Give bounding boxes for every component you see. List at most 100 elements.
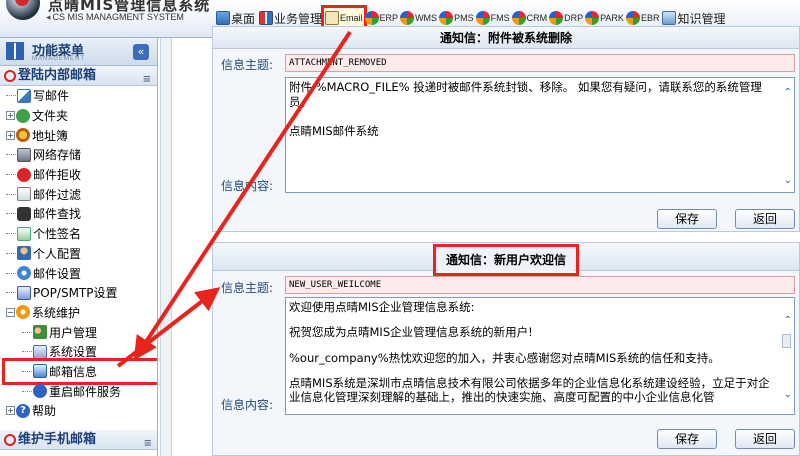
tree-line (22, 390, 32, 392)
subject-label: 信息主题: (221, 58, 274, 72)
globe-icon (511, 11, 526, 25)
panel-title-bar: 通知信：新用户欢迎信 (213, 243, 799, 276)
nav-label: EBR (640, 13, 660, 23)
server-icon (17, 285, 31, 300)
subject-input[interactable]: NEW_USER_WEILCOME (285, 276, 795, 294)
chevron-down-icon[interactable]: ⌄ (784, 390, 792, 400)
mailbox-section-icon (4, 70, 16, 82)
chevron-down-icon[interactable]: ⌄ (784, 176, 792, 186)
subject-input[interactable]: ATTACHMENT_REMOVED (285, 54, 795, 72)
expand-icon[interactable]: + (6, 406, 15, 416)
sidebar-item-help[interactable]: +? 帮助 (6, 401, 157, 421)
panel-title: 通知信：新用户欢迎信 (432, 244, 580, 276)
page-scrollbar[interactable] (160, 38, 172, 456)
sidebar-item-system-maintenance[interactable]: − 系统维护 (6, 303, 157, 323)
save-button[interactable]: 保存 (657, 209, 717, 229)
globe-icon (475, 11, 490, 25)
chevron-up-icon[interactable]: ⌃ (784, 316, 792, 326)
sidebar-item-label: 邮件设置 (33, 266, 82, 281)
nav-email[interactable]: Email (321, 5, 367, 31)
nav-park[interactable]: PARK (584, 8, 625, 28)
app-logo-icon (6, 0, 40, 20)
gear-icon (17, 266, 31, 281)
content-label: 信息内容: (221, 398, 274, 412)
nav-drp[interactable]: DRP (548, 8, 584, 28)
nav-erp[interactable]: ERP (364, 8, 400, 28)
save-button[interactable]: 保存 (657, 429, 717, 449)
sidebar-item-address-book[interactable]: + 地址簿 (6, 125, 157, 145)
sidebar-item-label: 邮箱信息 (49, 364, 98, 379)
nav-pms[interactable]: PMS (438, 8, 475, 28)
tree-line (22, 331, 32, 333)
tree-line (22, 370, 32, 372)
sidebar-item-label: 邮件查找 (33, 207, 82, 222)
tree-line (6, 174, 16, 176)
content-paragraph: 点晴MIS系统是深圳市点晴信息技术有限公司依据多年的企业信息化系统建设经验，立足… (289, 376, 778, 405)
content-textarea[interactable]: 欢迎使用点晴MIS企业管理信息系统: 祝贺您成为点晴MIS企业管理信息系统的新用… (285, 297, 795, 415)
sidebar-item-restart-mail-service[interactable]: 重启邮件服务 (6, 381, 157, 401)
scroll-thumb[interactable] (782, 334, 791, 348)
nav-desktop[interactable]: 桌面 (214, 8, 257, 28)
person-icon (17, 246, 31, 261)
tree-line (6, 193, 16, 195)
expand-icon[interactable]: + (6, 130, 15, 140)
sidebar-item-mail-reject[interactable]: 邮件拒收 (6, 165, 157, 185)
nav-ebr[interactable]: EBR (625, 8, 661, 28)
sidebar-item-write-mail[interactable]: 写邮件 (6, 86, 157, 106)
nav-business[interactable]: 业务管理 (257, 8, 324, 28)
section-toggle-icon[interactable]: ≡ (144, 434, 152, 454)
sidebar-item-mail-settings[interactable]: 邮件设置 (6, 263, 157, 283)
sidebar-item-mailbox-info[interactable]: 邮箱信息 (2, 357, 157, 386)
filter-icon (17, 187, 31, 202)
nav-knowledge[interactable]: 知识管理 (660, 8, 727, 28)
textarea-scrollbar[interactable]: ⌃ ⌄ (780, 78, 794, 192)
sidebar-item-label: 系统维护 (32, 305, 81, 320)
section-login-mailbox[interactable]: 登陆内部邮箱 ≡ (0, 66, 157, 86)
business-flag-icon (259, 11, 274, 25)
content-textarea[interactable]: 附件 %MACRO_FILE% 投递时被邮件系统封锁、移除。 如果您有疑问，请联… (285, 77, 795, 193)
tree-line (6, 95, 16, 97)
content-label: 信息内容: (221, 179, 274, 193)
nav-label: 桌面 (231, 11, 256, 26)
knowledge-book-icon (662, 11, 677, 25)
sidebar-item-pop-smtp[interactable]: POP/SMTP设置 (6, 283, 157, 303)
sidebar-item-label: POP/SMTP设置 (33, 286, 118, 301)
sidebar-item-user-management[interactable]: 用户管理 (6, 322, 157, 342)
menu-grid-icon (6, 42, 24, 60)
section-mobile-mailbox[interactable]: 维护手机邮箱 ≡ (0, 430, 157, 450)
sidebar-item-label: 邮件拒收 (33, 168, 82, 183)
sidebar-item-network-storage[interactable]: 网络存储 (6, 145, 157, 165)
sidebar-item-mail-search[interactable]: 邮件查找 (6, 204, 157, 224)
sidebar-item-personal-config[interactable]: 个人配置 (6, 244, 157, 264)
sidebar-item-label: 重启邮件服务 (49, 384, 122, 399)
content-paragraph: 欢迎使用点晴MIS企业管理信息系统: (289, 300, 778, 315)
back-button[interactable]: 返回 (735, 429, 795, 449)
tree-line (6, 292, 16, 294)
back-button[interactable]: 返回 (735, 209, 795, 229)
menu-header: 功能菜单 MANAGEMENT « (0, 38, 157, 66)
textarea-scrollbar[interactable]: ⌃ ⌄ (780, 298, 794, 414)
sidebar-item-label: 个人配置 (33, 246, 82, 261)
globe-icon (364, 11, 379, 25)
chevron-up-icon[interactable]: ⌃ (784, 88, 792, 98)
tree-line (22, 351, 32, 353)
mobile-section-icon (4, 434, 16, 446)
collapse-sidebar-button[interactable]: « (133, 44, 149, 60)
system-gear-icon (16, 305, 30, 320)
nav-wms[interactable]: WMS (399, 8, 438, 28)
nav-fms[interactable]: FMS (475, 8, 511, 28)
nav-crm[interactable]: CRM (511, 8, 549, 28)
menu-tree: 写邮件 + 文件夹 + 地址簿 网络存储 邮件拒收 邮件过滤 邮件查找 个性签名 个… (0, 86, 157, 421)
globe-icon (549, 11, 564, 25)
expand-icon[interactable]: + (6, 111, 15, 121)
nav-label: PARK (600, 13, 624, 23)
sidebar-item-mail-filter[interactable]: 邮件过滤 (6, 184, 157, 204)
sidebar-item-signature[interactable]: 个性签名 (6, 224, 157, 244)
nav-label: PMS (454, 13, 474, 23)
collapse-icon[interactable]: − (6, 307, 15, 317)
content-text: %our_company%热忱欢迎您的加入，并衷心感谢您对点晴MIS系统的信任和… (289, 351, 720, 365)
folder-icon (16, 108, 30, 123)
tree-line (6, 213, 16, 215)
sidebar-item-system-settings[interactable]: 系统设置 (6, 342, 157, 362)
sidebar-item-folders[interactable]: + 文件夹 (6, 106, 157, 126)
